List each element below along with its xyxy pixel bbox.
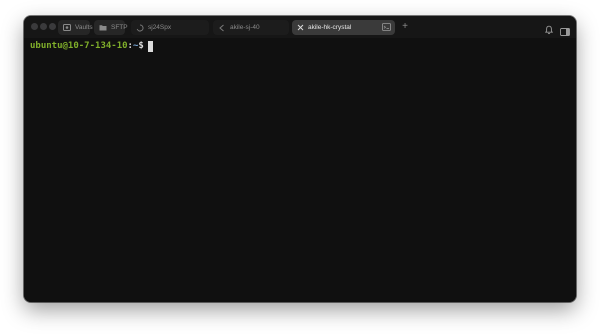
title-bar: Vaults SFTP sj24Spx akile-sj-40 akile-hk xyxy=(24,16,576,38)
tab-session-sj24spx[interactable]: sj24Spx xyxy=(131,20,209,35)
loading-spinner-icon xyxy=(136,23,144,32)
vault-icon xyxy=(63,24,71,32)
tab-vaults-label: Vaults xyxy=(75,24,93,31)
tab-session-akile-hk-crystal[interactable]: akile-hk-crystal xyxy=(292,20,395,35)
bell-icon[interactable] xyxy=(544,22,554,35)
prompt-symbol: $ xyxy=(138,41,144,51)
tab-session-label: akile-sj-40 xyxy=(230,24,260,31)
terminal-window-icon xyxy=(382,23,391,31)
tab-sftp-label: SFTP xyxy=(111,24,128,31)
close-icon[interactable] xyxy=(296,24,304,32)
tab-session-label: akile-hk-crystal xyxy=(308,24,352,31)
text-cursor xyxy=(147,40,153,52)
arrow-left-icon xyxy=(218,24,226,32)
folder-icon xyxy=(99,24,107,32)
tab-sftp[interactable]: SFTP xyxy=(94,20,128,35)
terminal-output[interactable]: ubuntu@10-7-134-10: ~ $ xyxy=(24,38,576,302)
sidebar-toggle-icon[interactable] xyxy=(560,23,570,36)
shell-prompt: ubuntu@10-7-134-10: ~ $ xyxy=(30,40,153,52)
close-window-button[interactable] xyxy=(31,23,38,30)
minimize-window-button[interactable] xyxy=(40,23,47,30)
prompt-user-host: ubuntu@10-7-134-10 xyxy=(30,41,128,51)
terminal-window: Vaults SFTP sj24Spx akile-sj-40 akile-hk xyxy=(24,16,576,302)
tab-vaults[interactable]: Vaults xyxy=(58,20,93,35)
tab-session-akile-sj-40[interactable]: akile-sj-40 xyxy=(213,20,289,35)
tab-session-label: sj24Spx xyxy=(148,24,172,31)
zoom-window-button[interactable] xyxy=(49,23,56,30)
new-tab-button[interactable]: + xyxy=(399,20,411,34)
